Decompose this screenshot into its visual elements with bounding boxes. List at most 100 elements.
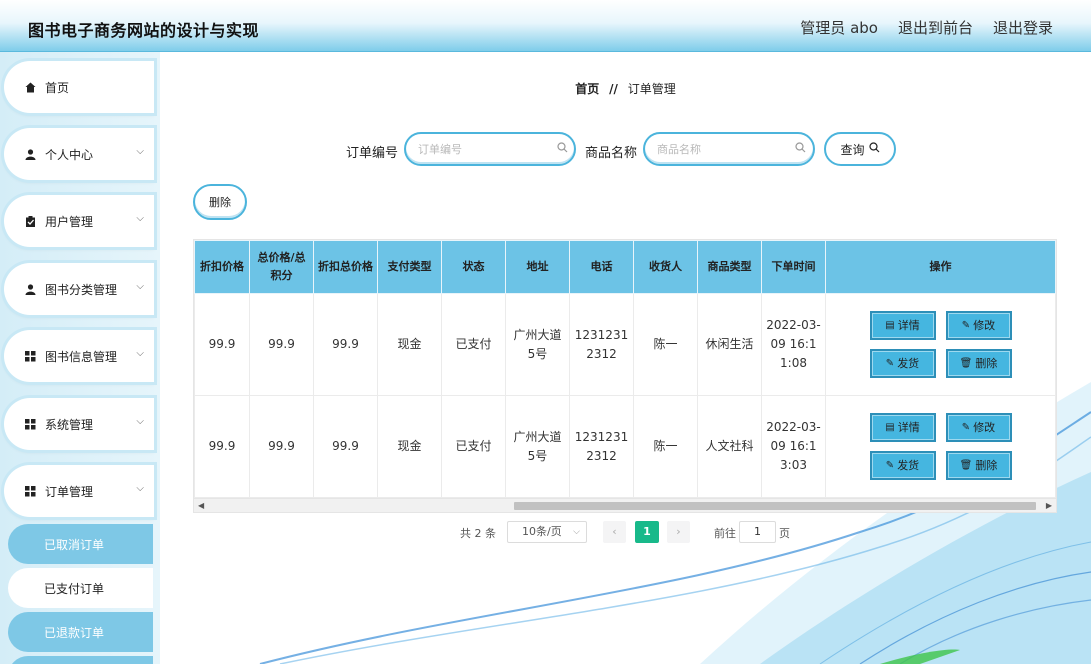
sidebar-item-user-management[interactable]: 用户管理 ⌵ bbox=[4, 195, 154, 247]
query-button[interactable]: 查询 bbox=[824, 132, 896, 166]
column-header[interactable]: 电话 bbox=[569, 240, 634, 294]
ship-button[interactable]: ✎ 发货 bbox=[869, 451, 936, 480]
breadcrumb-home[interactable]: 首页 bbox=[575, 82, 599, 96]
product-name-input[interactable] bbox=[643, 132, 815, 166]
goto-page-input[interactable]: 1 bbox=[739, 521, 776, 543]
address-cell: 广州大道5号 bbox=[505, 395, 570, 498]
pencil-icon: ✎ bbox=[885, 358, 895, 369]
delete-button-label: 删除 bbox=[975, 459, 998, 472]
goto-label: 前往 bbox=[714, 527, 736, 540]
page-size-value: 10条/页 bbox=[522, 525, 562, 538]
discount-total-cell: 99.9 bbox=[313, 395, 378, 498]
sidebar-item-label: 首页 bbox=[45, 80, 70, 95]
ship-button-label: 发货 bbox=[897, 459, 920, 472]
order-no-input[interactable] bbox=[404, 132, 576, 166]
total-count: 共 2 条 bbox=[460, 527, 496, 540]
scroll-right-arrow-icon[interactable]: ▶ bbox=[1046, 501, 1052, 510]
admin-user-link[interactable]: 管理员 abo bbox=[800, 17, 878, 38]
receiver-cell: 陈一 bbox=[633, 395, 698, 498]
orders-table: 折扣价格 总价格/总积分 折扣总价格 支付类型 状态 地址 电话 收货人 商品类… bbox=[193, 239, 1057, 513]
search-icon bbox=[795, 142, 806, 156]
order-no-label: 订单编号 bbox=[346, 146, 399, 161]
chevron-down-icon: ⌵ bbox=[136, 146, 144, 157]
breadcrumb: 首页 // 订单管理 bbox=[160, 80, 1091, 97]
breadcrumb-separator: // bbox=[609, 82, 618, 96]
column-header[interactable]: 收货人 bbox=[633, 240, 698, 294]
edit-button[interactable]: ✎ 修改 bbox=[945, 311, 1012, 340]
page-number-current[interactable]: 1 bbox=[635, 521, 659, 543]
status-cell: 已支付 bbox=[441, 293, 506, 396]
column-header[interactable]: 状态 bbox=[441, 240, 506, 294]
breadcrumb-current: 订单管理 bbox=[627, 82, 676, 96]
sidebar-item-book-category[interactable]: 图书分类管理 ⌵ bbox=[4, 263, 154, 315]
sidebar-item-label: 订单管理 bbox=[45, 484, 94, 499]
trash-icon: 🗑 bbox=[959, 460, 973, 471]
address-cell: 广州大道5号 bbox=[505, 293, 570, 396]
sidebar-item-label: 系统管理 bbox=[45, 417, 94, 432]
actions-cell: ▤ 详情 ✎ 修改 ✎ 发货 🗑 删除 bbox=[825, 293, 1056, 396]
sidebar-item-home[interactable]: 首页 bbox=[4, 61, 154, 113]
sidebar-subitem-refunded-orders[interactable]: 已退款订单 bbox=[8, 612, 153, 652]
column-header[interactable]: 商品类型 bbox=[697, 240, 762, 294]
total-price-cell: 99.9 bbox=[249, 293, 314, 396]
discount-total-cell: 99.9 bbox=[313, 293, 378, 396]
query-button-label: 查询 bbox=[840, 142, 865, 157]
sidebar-item-book-info[interactable]: 图书信息管理 ⌵ bbox=[4, 330, 154, 382]
document-icon: ▤ bbox=[885, 422, 895, 433]
sidebar-item-label: 图书分类管理 bbox=[45, 282, 118, 297]
ship-button[interactable]: ✎ 发货 bbox=[869, 349, 936, 378]
grid-icon bbox=[24, 350, 36, 362]
sidebar-item-system[interactable]: 系统管理 ⌵ bbox=[4, 398, 154, 450]
edit-button-label: 修改 bbox=[973, 421, 996, 434]
detail-button[interactable]: ▤ 详情 bbox=[869, 311, 936, 340]
logout-link[interactable]: 退出登录 bbox=[993, 17, 1053, 38]
chevron-down-icon: ⌵ bbox=[136, 416, 144, 427]
column-header[interactable]: 折扣价格 bbox=[194, 240, 250, 294]
home-icon bbox=[24, 82, 36, 93]
column-header[interactable]: 总价格/总积分 bbox=[249, 240, 314, 294]
column-header: 操作 bbox=[825, 240, 1056, 294]
site-title: 图书电子商务网站的设计与实现 bbox=[28, 21, 260, 40]
clipboard-icon bbox=[24, 215, 36, 227]
column-header[interactable]: 折扣总价格 bbox=[313, 240, 378, 294]
delete-button[interactable]: 🗑 删除 bbox=[945, 349, 1012, 378]
pencil-icon: ✎ bbox=[961, 422, 971, 433]
ship-button-label: 发货 bbox=[897, 357, 920, 370]
grid-icon bbox=[24, 418, 36, 430]
batch-delete-button[interactable]: 删除 bbox=[193, 184, 247, 220]
header-nav: 管理员 abo 退出到前台 退出登录 bbox=[800, 17, 1053, 38]
sidebar-subitem-paid-orders[interactable]: 已支付订单 bbox=[8, 568, 153, 608]
detail-button-label: 详情 bbox=[897, 421, 920, 434]
chevron-down-icon: ⌵ bbox=[136, 348, 144, 359]
phone-cell: 12312312312 bbox=[569, 293, 634, 396]
category-cell: 休闲生活 bbox=[697, 293, 762, 396]
discount-price-cell: 99.9 bbox=[194, 395, 250, 498]
sidebar-subitem-cancelled-orders[interactable]: 已取消订单 bbox=[8, 524, 153, 564]
sidebar-item-orders[interactable]: 订单管理 ⌵ bbox=[4, 465, 154, 517]
scrollbar-thumb[interactable] bbox=[514, 502, 1036, 510]
user-icon bbox=[24, 148, 36, 160]
page-unit-label: 页 bbox=[779, 527, 790, 540]
column-header[interactable]: 支付类型 bbox=[377, 240, 442, 294]
pencil-icon: ✎ bbox=[885, 460, 895, 471]
scroll-left-arrow-icon[interactable]: ◀ bbox=[198, 501, 204, 510]
sidebar-subitem-partial[interactable] bbox=[8, 656, 153, 664]
sidebar-item-label: 图书信息管理 bbox=[45, 349, 118, 364]
column-header[interactable]: 下单时间 bbox=[761, 240, 826, 294]
detail-button[interactable]: ▤ 详情 bbox=[869, 413, 936, 442]
receiver-cell: 陈一 bbox=[633, 293, 698, 396]
user-icon bbox=[24, 283, 36, 295]
horizontal-scrollbar[interactable]: ◀ ▶ bbox=[194, 498, 1056, 512]
table-row: 99.9 99.9 99.9 现金 已支付 广州大道5号 12312312312… bbox=[194, 293, 1056, 396]
column-header[interactable]: 地址 bbox=[505, 240, 570, 294]
main-content: 首页 // 订单管理 订单编号 商品名称 查询 删除 bbox=[160, 52, 1091, 664]
sidebar: 首页 个人中心 ⌵ 用户管理 ⌵ 图书分类管理 ⌵ 图书信息管理 ⌵ 系统管理 bbox=[0, 52, 160, 664]
delete-button[interactable]: 🗑 删除 bbox=[945, 451, 1012, 480]
page-size-select[interactable]: 10条/页 ⌵ bbox=[507, 521, 587, 543]
back-to-front-link[interactable]: 退出到前台 bbox=[898, 17, 973, 38]
order-time-cell: 2022-03-09 16:11:08 bbox=[761, 293, 826, 396]
next-page-button[interactable]: › bbox=[667, 521, 690, 543]
prev-page-button[interactable]: ‹ bbox=[603, 521, 626, 543]
edit-button[interactable]: ✎ 修改 bbox=[945, 413, 1012, 442]
sidebar-item-personal-center[interactable]: 个人中心 ⌵ bbox=[4, 128, 154, 180]
